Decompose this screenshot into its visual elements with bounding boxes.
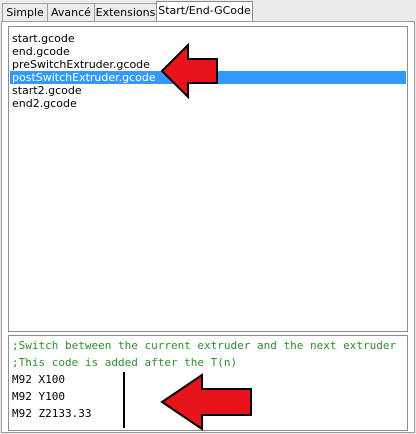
editor-line: M92 Z2133.33 [12,407,92,420]
tab-start-end-gcode[interactable]: Start/End-GCode [156,1,253,22]
editor-line-comment: ;Switch between the current extruder and… [12,339,397,352]
editor-line-comment: ;This code is added after the T(n) [12,356,238,369]
tab-bar: Simple Avancé Extensions Start/End-GCode [0,0,416,22]
editor-line: M92 Y100 [12,390,65,403]
editor-line: M92 X100 [12,373,65,386]
tab-avance[interactable]: Avancé [47,3,95,21]
red-arrow-pointing-left-icon [160,373,252,431]
red-arrow-pointing-left-icon [160,42,218,100]
text-cursor [123,372,125,428]
tab-extensions[interactable]: Extensions [94,3,157,21]
tab-simple[interactable]: Simple [2,3,48,21]
